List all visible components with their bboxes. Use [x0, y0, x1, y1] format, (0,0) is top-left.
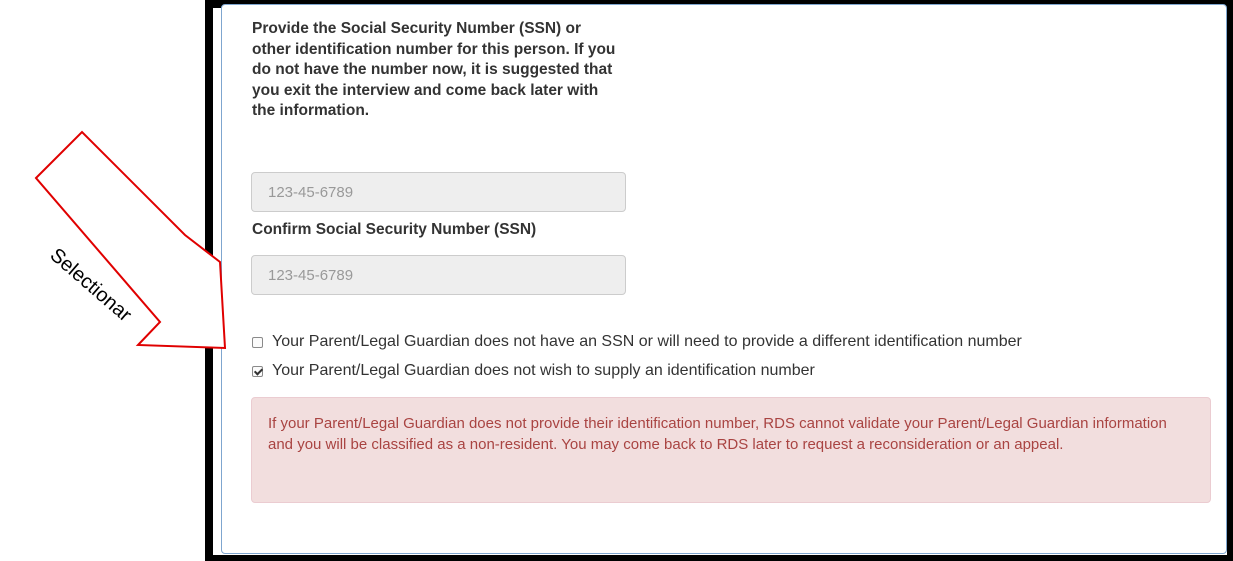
frame-content: Provide the Social Security Number (SSN)… — [213, 4, 1227, 555]
no-supply-option-label: Your Parent/Legal Guardian does not wish… — [272, 362, 815, 379]
screenshot-frame: Provide the Social Security Number (SSN)… — [205, 0, 1233, 561]
no-supply-checkbox[interactable] — [252, 365, 263, 377]
no-ssn-option[interactable]: Your Parent/Legal Guardian does not have… — [252, 333, 1022, 351]
form-panel: Provide the Social Security Number (SSN)… — [221, 4, 1227, 554]
annotation-arrow-shape — [34, 130, 227, 350]
ssn-input[interactable] — [251, 172, 626, 212]
warning-alert: If your Parent/Legal Guardian does not p… — [251, 397, 1211, 503]
no-ssn-option-label: Your Parent/Legal Guardian does not have… — [272, 333, 1022, 350]
no-supply-option[interactable]: Your Parent/Legal Guardian does not wish… — [252, 362, 815, 380]
confirm-ssn-label: Confirm Social Security Number (SSN) — [252, 221, 537, 238]
no-ssn-checkbox[interactable] — [252, 336, 263, 348]
ssn-question-label: Provide the Social Security Number (SSN)… — [252, 20, 616, 119]
confirm-ssn-input[interactable] — [251, 255, 626, 295]
